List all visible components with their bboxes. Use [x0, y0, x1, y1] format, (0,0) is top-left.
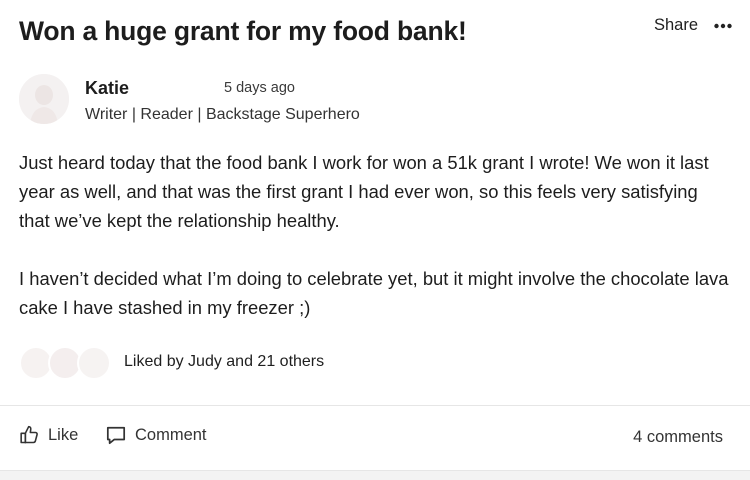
like-label: Like [48, 425, 79, 444]
header-actions: Share [654, 16, 732, 35]
thumbs-up-icon [19, 425, 40, 445]
comment-button[interactable]: Comment [105, 425, 207, 445]
like-button[interactable]: Like [19, 425, 78, 445]
post-card: Won a huge grant for my food bank! Share… [0, 0, 750, 480]
liker-avatar [77, 346, 111, 380]
post-timestamp: 5 days ago [224, 80, 295, 96]
likes-row: Liked by Judy and 21 others [19, 346, 519, 380]
comment-label: Comment [135, 425, 207, 444]
post-header: Won a huge grant for my food bank! Share [19, 14, 732, 54]
bottom-strip [0, 470, 750, 480]
post-paragraph: I haven’t decided what I’m doing to cele… [19, 268, 729, 318]
share-button[interactable]: Share [654, 16, 698, 35]
action-bar: Like Comment 4 comments [19, 425, 723, 453]
post-body: Just heard today that the food bank I wo… [19, 148, 731, 322]
avatar[interactable] [19, 74, 69, 124]
author-row: Katie 5 days ago Writer | Reader | Backs… [19, 72, 519, 128]
liker-avatars[interactable] [19, 346, 111, 380]
comments-count[interactable]: 4 comments [633, 428, 723, 447]
divider [0, 405, 750, 406]
author-name[interactable]: Katie [85, 78, 129, 99]
post-title: Won a huge grant for my food bank! [19, 16, 467, 46]
author-bio: Writer | Reader | Backstage Superhero [85, 106, 360, 123]
comment-bubble-icon [105, 425, 127, 445]
more-horizontal-icon[interactable] [714, 17, 732, 35]
likes-summary[interactable]: Liked by Judy and 21 others [124, 353, 324, 371]
post-paragraph: Just heard today that the food bank I wo… [19, 152, 709, 231]
